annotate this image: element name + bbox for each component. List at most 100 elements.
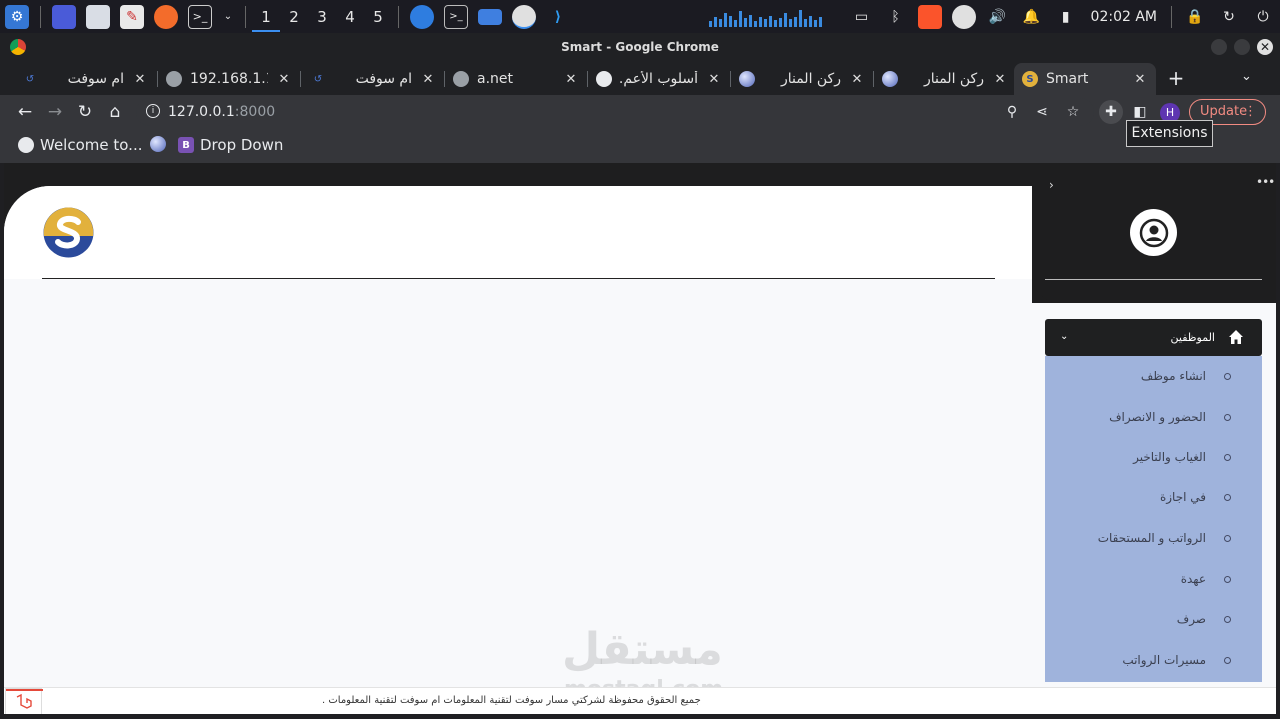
chevron-down-icon[interactable]: ⌄	[1060, 331, 1068, 342]
chrome-icon[interactable]	[512, 4, 536, 29]
tab-active[interactable]: S Smart ✕	[1014, 63, 1156, 95]
chrome-tray-icon[interactable]	[951, 4, 976, 29]
network-graph-icon	[708, 9, 822, 27]
close-icon[interactable]: ✕	[706, 72, 722, 87]
battery-icon[interactable]: ▮	[1054, 5, 1078, 29]
lock-icon[interactable]: 🔒	[1183, 5, 1207, 29]
close-window-button[interactable]: ✕	[1257, 39, 1273, 55]
reload-button[interactable]: ↻	[73, 100, 97, 124]
menu-employees[interactable]: الموظفين ⌄	[1045, 319, 1262, 356]
submenu-item-salaries[interactable]: الرواتب و المستحقات	[1045, 529, 1262, 549]
submenu-item-absence-delay[interactable]: الغياب والتاخير	[1045, 448, 1262, 468]
tab[interactable]: ↺ ام سوفت ✕	[14, 63, 156, 95]
bell-icon[interactable]: 🔔	[1020, 5, 1044, 29]
volume-icon[interactable]: 🔊	[986, 5, 1010, 29]
bookmark-star-icon[interactable]: ☆	[1063, 102, 1083, 122]
info-icon[interactable]: i	[146, 104, 160, 118]
circle-bullet-icon	[1224, 373, 1231, 380]
tab[interactable]: 192.168.1.1 ✕	[158, 63, 300, 95]
extensions-tooltip: Extensions	[1126, 120, 1213, 147]
tab-label: أسلوب الأعم.	[620, 71, 698, 87]
tab[interactable]: ركن المنار ✕	[731, 63, 873, 95]
side-panel-icon[interactable]: ◧	[1130, 102, 1150, 122]
submenu-item-disbursement[interactable]: صرف	[1045, 610, 1262, 630]
folder-icon[interactable]	[478, 8, 502, 25]
extensions-puzzle-icon[interactable]: ✚	[1099, 100, 1123, 124]
submenu-item-custody[interactable]: عهدة	[1045, 570, 1262, 590]
sphere-icon	[739, 71, 755, 87]
desktop-icon[interactable]	[52, 4, 76, 29]
terminal-window-icon[interactable]: >_	[444, 4, 468, 29]
url-port: :8000	[234, 104, 276, 120]
home-button[interactable]: ⌂	[103, 100, 127, 124]
circle-bullet-icon	[1224, 616, 1231, 623]
company-logo	[43, 207, 94, 258]
update-label: Update	[1200, 104, 1248, 119]
firefox-dev-icon[interactable]	[410, 4, 434, 29]
sidebar-divider	[1045, 279, 1262, 280]
circle-bullet-icon	[1224, 454, 1231, 461]
close-icon[interactable]: ✕	[1132, 72, 1148, 87]
address-bar[interactable]: i 127.0.0.1:8000	[136, 98, 1094, 126]
circle-bullet-icon	[1224, 414, 1231, 421]
bluetooth-icon[interactable]: ᛒ	[884, 5, 908, 29]
vscode-icon[interactable]: ⟩	[546, 5, 570, 29]
clock[interactable]: 02:02 AM	[1091, 9, 1157, 25]
minimize-button[interactable]	[1211, 39, 1227, 55]
smart-favicon-icon: S	[1022, 71, 1038, 87]
user-avatar[interactable]	[1130, 209, 1177, 256]
close-icon[interactable]: ✕	[563, 72, 579, 87]
laravel-debugbar-icon[interactable]	[5, 688, 43, 714]
user-circle-icon	[1139, 218, 1168, 247]
tab[interactable]: أسلوب الأعم. ✕	[588, 63, 730, 95]
back-button[interactable]: ←	[13, 100, 37, 124]
workspace-2[interactable]: 2	[280, 2, 308, 32]
close-icon[interactable]: ✕	[849, 72, 865, 87]
maximize-button[interactable]	[1234, 39, 1250, 55]
workspace-5[interactable]: 5	[364, 2, 392, 32]
new-tab-button[interactable]: +	[1166, 68, 1186, 88]
close-icon[interactable]: ✕	[420, 72, 436, 87]
close-icon[interactable]: ✕	[992, 72, 1008, 87]
tab[interactable]: ركن المنار ✕	[874, 63, 1016, 95]
start-menu-icon[interactable]: ⚙	[5, 4, 29, 29]
submenu-item-create-employee[interactable]: انشاء موظف	[1045, 367, 1262, 387]
laravel-logo-icon	[16, 693, 32, 709]
tab-divider	[300, 71, 301, 87]
submenu-item-attendance[interactable]: الحضور و الانصراف	[1045, 408, 1262, 428]
zoom-search-icon[interactable]: ⚲	[1002, 102, 1022, 122]
brave-icon[interactable]	[917, 4, 942, 29]
url-host: 127.0.0.1	[168, 104, 235, 120]
tab[interactable]: a.net ✕	[445, 63, 587, 95]
watermark-arabic: مستقل	[562, 624, 723, 675]
forward-button[interactable]: →	[43, 100, 67, 124]
firefox-icon[interactable]	[154, 4, 178, 29]
home-icon	[1229, 330, 1243, 344]
window-title: Smart - Google Chrome	[561, 40, 719, 54]
more-dots-icon[interactable]: •••	[1256, 175, 1275, 189]
tab[interactable]: ↺ ام سوفت ✕	[302, 63, 444, 95]
window-titlebar: Smart - Google Chrome ✕	[0, 33, 1280, 61]
workspace-4[interactable]: 4	[336, 2, 364, 32]
collapse-chevron-icon[interactable]: ›	[1049, 178, 1054, 192]
bookmark-welcome[interactable]: Welcome to...	[18, 136, 142, 154]
bookmark-drop-down[interactable]: B Drop Down	[178, 136, 283, 154]
kebab-menu-icon[interactable]: ⋮	[1244, 100, 1257, 124]
power-icon[interactable]: ⏻	[1251, 5, 1275, 29]
screen-icon[interactable]: ▭	[850, 5, 874, 29]
logout-icon[interactable]: ↻	[1217, 5, 1241, 29]
tab-search-chevron-icon[interactable]: ⌄	[1241, 69, 1257, 84]
bookmark-label: Welcome to...	[40, 136, 143, 154]
terminal-icon[interactable]: >_	[188, 4, 212, 29]
chevron-down-icon[interactable]: ⌄	[222, 5, 234, 29]
submenu-item-on-leave[interactable]: في اجازة	[1045, 488, 1262, 508]
share-icon[interactable]: ⋖	[1032, 102, 1052, 122]
close-icon[interactable]: ✕	[276, 72, 292, 87]
text-editor-icon[interactable]: ✎	[120, 4, 144, 29]
file-manager-icon[interactable]	[86, 4, 110, 29]
bookmark-sphere[interactable]	[150, 136, 172, 152]
workspace-3[interactable]: 3	[308, 2, 336, 32]
close-icon[interactable]: ✕	[132, 72, 148, 87]
workspace-1[interactable]: 1	[252, 2, 280, 32]
submenu-item-payroll[interactable]: مسيرات الرواتب	[1045, 651, 1262, 671]
